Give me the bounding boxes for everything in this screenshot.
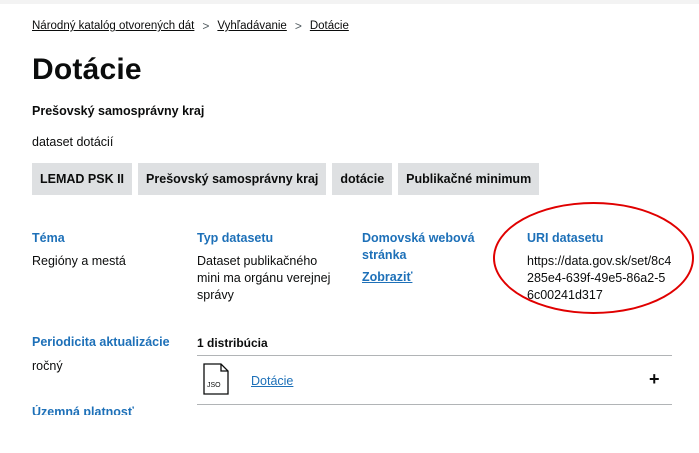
- file-icon-text: JSO: [207, 382, 221, 389]
- distribution-link[interactable]: Dotácie: [251, 374, 293, 388]
- theme-label: Téma: [32, 231, 65, 245]
- dataset-type-value: Dataset publikačného mini ma orgánu vere…: [197, 254, 331, 302]
- publisher-name: Prešovský samosprávny kraj: [32, 104, 205, 118]
- homepage-link[interactable]: Zobraziť: [362, 270, 512, 284]
- homepage-label: Domovská webová stránka: [362, 231, 475, 262]
- divider: [197, 404, 672, 405]
- distribution-count: 1 distribúcia: [197, 336, 268, 350]
- periodicity-value: ročný: [32, 359, 63, 373]
- breadcrumb-separator: >: [202, 19, 210, 33]
- territorial-label: Územná platnosť: [32, 405, 134, 415]
- expand-icon[interactable]: +: [649, 369, 660, 389]
- theme-value: Regióny a mestá: [32, 254, 126, 268]
- breadcrumb-search[interactable]: Vyhľadávanie: [217, 20, 286, 32]
- tag[interactable]: Publikačné minimum: [398, 163, 540, 195]
- breadcrumb: Národný katalóg otvorených dát > Vyhľadá…: [32, 19, 349, 33]
- annotation-ellipse: [493, 202, 694, 314]
- top-bar: [0, 0, 699, 4]
- breadcrumb-separator: >: [294, 19, 302, 33]
- dataset-description: dataset dotácií: [32, 135, 114, 149]
- theme-section: Téma Regióny a mestá: [32, 230, 182, 270]
- tag[interactable]: LEMAD PSK II: [32, 163, 133, 195]
- periodicity-label: Periodicita aktualizácie: [32, 335, 170, 349]
- tag[interactable]: Prešovský samosprávny kraj: [138, 163, 327, 195]
- breadcrumb-current[interactable]: Dotácie: [310, 20, 349, 32]
- json-file-icon: JSO: [203, 363, 229, 395]
- tag-list: LEMAD PSK II Prešovský samosprávny kraj …: [32, 163, 540, 195]
- page-title: Dotácie: [32, 53, 142, 86]
- tag[interactable]: dotácie: [332, 163, 393, 195]
- divider: [197, 355, 672, 356]
- dataset-type-label: Typ datasetu: [197, 231, 274, 245]
- dataset-type-section: Typ datasetu Dataset publikačného mini m…: [197, 230, 347, 304]
- homepage-section: Domovská webová stránka Zobraziť: [362, 230, 512, 284]
- breadcrumb-home[interactable]: Národný katalóg otvorených dát: [32, 20, 194, 32]
